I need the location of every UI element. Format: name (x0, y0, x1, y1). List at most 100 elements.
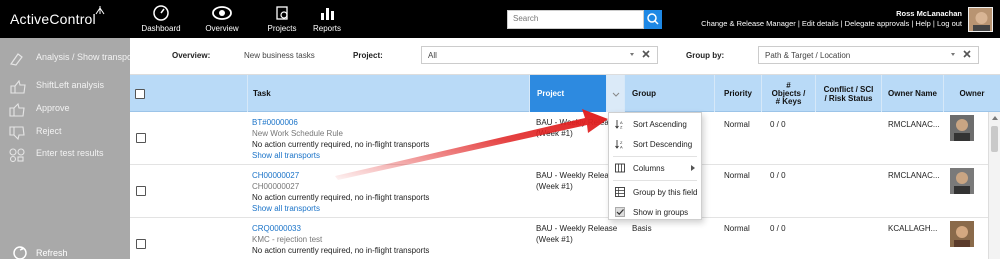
menu-item-sort-descending[interactable]: ZA Sort Descending (609, 134, 701, 154)
task-status: No action currently required, no in-flig… (252, 193, 430, 202)
row-checkbox[interactable] (136, 133, 146, 143)
project-line1: BAU - Weekly Relea (536, 118, 609, 127)
project-line1: BAU - Weekly Release (536, 171, 618, 180)
column-priority-label: Priority (723, 89, 752, 98)
menu-item-group-by-field-label: Group by this field (633, 187, 698, 197)
show-transports-link[interactable]: Show all transports (252, 204, 320, 213)
sidebar-item-analysis[interactable]: Analysis / Show transports (8, 52, 142, 66)
overview-label: Overview: (172, 51, 211, 60)
nav-dashboard[interactable]: Dashboard (136, 4, 186, 33)
column-menu-button[interactable] (607, 75, 625, 112)
menu-item-sort-ascending-label: Sort Ascending (633, 119, 687, 129)
column-conflict-line1: Conflict / SCI (823, 84, 874, 94)
groupby-select[interactable]: Path & Target / Location (758, 46, 979, 64)
task-status: No action currently required, no in-flig… (252, 140, 430, 149)
scroll-up-arrow-icon[interactable] (992, 116, 998, 120)
select-all-checkbox[interactable] (135, 88, 145, 99)
sidebar-item-approve[interactable]: Approve (8, 103, 70, 117)
nav-dashboard-label: Dashboard (141, 24, 181, 33)
column-group-label: Group (632, 89, 656, 98)
app-logo[interactable]: ActiveControl (10, 11, 96, 27)
sidebar-item-test-results-label: Enter test results (36, 148, 104, 158)
dropdown-clear-icon (951, 50, 971, 58)
sidebar-item-approve-label: Approve (36, 103, 70, 113)
project-select[interactable]: All (421, 46, 658, 64)
projects-icon (276, 6, 288, 20)
priority-value: Normal (724, 171, 750, 180)
vertical-scrollbar[interactable] (988, 112, 1000, 259)
owner-name-value: RMCLANAC... (888, 171, 940, 180)
owner-name-value: RMCLANAC... (888, 120, 940, 129)
column-conflict-line2: / Risk Status (824, 93, 873, 103)
objects-value: 0 / 0 (770, 120, 786, 129)
task-id-link[interactable]: CH00000027 (252, 171, 299, 180)
svg-text:A: A (620, 145, 623, 150)
search-input[interactable]: Search (507, 10, 644, 29)
task-id-link[interactable]: BT#0000006 (252, 118, 298, 127)
nav-projects[interactable]: Projects (257, 4, 307, 33)
table-row[interactable]: CRQ0000033 KMC - rejection test No actio… (130, 218, 988, 259)
search-button[interactable] (644, 10, 662, 29)
row-checkbox[interactable] (136, 239, 146, 249)
row-checkbox[interactable] (136, 186, 146, 196)
nav-reports[interactable]: Reports (302, 4, 352, 33)
groupby-label: Group by: (686, 51, 725, 60)
show-transports-link[interactable]: Show all transports (252, 151, 320, 160)
project-line2: (Week #1) (536, 182, 573, 191)
table-row[interactable]: CH00000027 CH00000027 No action currentl… (130, 165, 988, 218)
groupby-select-controls[interactable] (950, 50, 972, 61)
avatar[interactable] (950, 221, 974, 247)
nav-overview[interactable]: Overview (197, 4, 247, 33)
column-header-project[interactable]: Project (530, 75, 607, 112)
menu-item-columns[interactable]: Columns (609, 158, 701, 178)
menu-item-group-by-field[interactable]: Group by this field (609, 182, 701, 202)
sort-descending-icon: ZA (615, 140, 623, 150)
column-context-menu: AZ Sort Ascending ZA Sort Descending Col… (608, 112, 702, 220)
avatar[interactable] (950, 168, 974, 194)
user-avatar[interactable] (968, 7, 993, 32)
menu-item-sort-ascending[interactable]: AZ Sort Ascending (609, 114, 701, 134)
column-owner-label: Owner (959, 89, 985, 98)
task-title: New Work Schedule Rule (252, 129, 344, 138)
gauge-icon (153, 5, 169, 21)
sort-ascending-icon: AZ (615, 120, 623, 129)
submenu-arrow-icon (691, 165, 695, 171)
sidebar-item-test-results[interactable]: Enter test results (8, 148, 104, 162)
bar-chart-icon (321, 8, 334, 20)
column-header-conflict[interactable]: Conflict / SCI / Risk Status (816, 75, 882, 112)
menu-item-columns-label: Columns (633, 163, 665, 173)
objects-value: 0 / 0 (770, 224, 786, 233)
menu-separator (613, 180, 697, 181)
column-header-group[interactable]: Group (625, 75, 715, 112)
thumbs-up-icon (10, 80, 26, 94)
task-status: No action currently required, no in-flig… (252, 246, 430, 255)
overview-value: New business tasks (244, 51, 315, 60)
project-select-controls[interactable] (629, 50, 651, 61)
test-results-icon (9, 148, 25, 162)
menu-item-sort-descending-label: Sort Descending (633, 139, 693, 149)
select-all-column[interactable] (130, 75, 248, 112)
priority-value: Normal (724, 120, 750, 129)
user-links[interactable]: Change & Release Manager | Edit details … (701, 19, 962, 28)
priority-value: Normal (724, 224, 750, 233)
task-id-link[interactable]: CRQ0000033 (252, 224, 301, 233)
scroll-thumb[interactable] (991, 126, 998, 152)
column-header-owner[interactable]: Owner (944, 75, 1000, 112)
project-select-value: All (428, 51, 437, 60)
column-header-task[interactable]: Task (248, 75, 530, 112)
user-photo (969, 8, 992, 31)
project-line2: (Week #1) (536, 129, 573, 138)
objects-value: 0 / 0 (770, 171, 786, 180)
owner-photo (950, 221, 974, 247)
column-header-priority[interactable]: Priority (715, 75, 762, 112)
sidebar-item-reject[interactable]: Reject (8, 126, 62, 140)
menu-item-show-in-groups[interactable]: Show in groups (609, 202, 701, 222)
table-row[interactable]: BT#0000006 New Work Schedule Rule No act… (130, 112, 988, 165)
menu-separator (613, 156, 697, 157)
avatar[interactable] (950, 115, 974, 141)
sidebar-item-shiftleft[interactable]: ShiftLeft analysis (8, 80, 104, 94)
owner-photo (950, 115, 974, 141)
column-header-objects[interactable]: # Objects / # Keys (762, 75, 816, 112)
column-header-owner-name[interactable]: Owner Name (882, 75, 944, 112)
sidebar-item-reject-label: Reject (36, 126, 62, 136)
